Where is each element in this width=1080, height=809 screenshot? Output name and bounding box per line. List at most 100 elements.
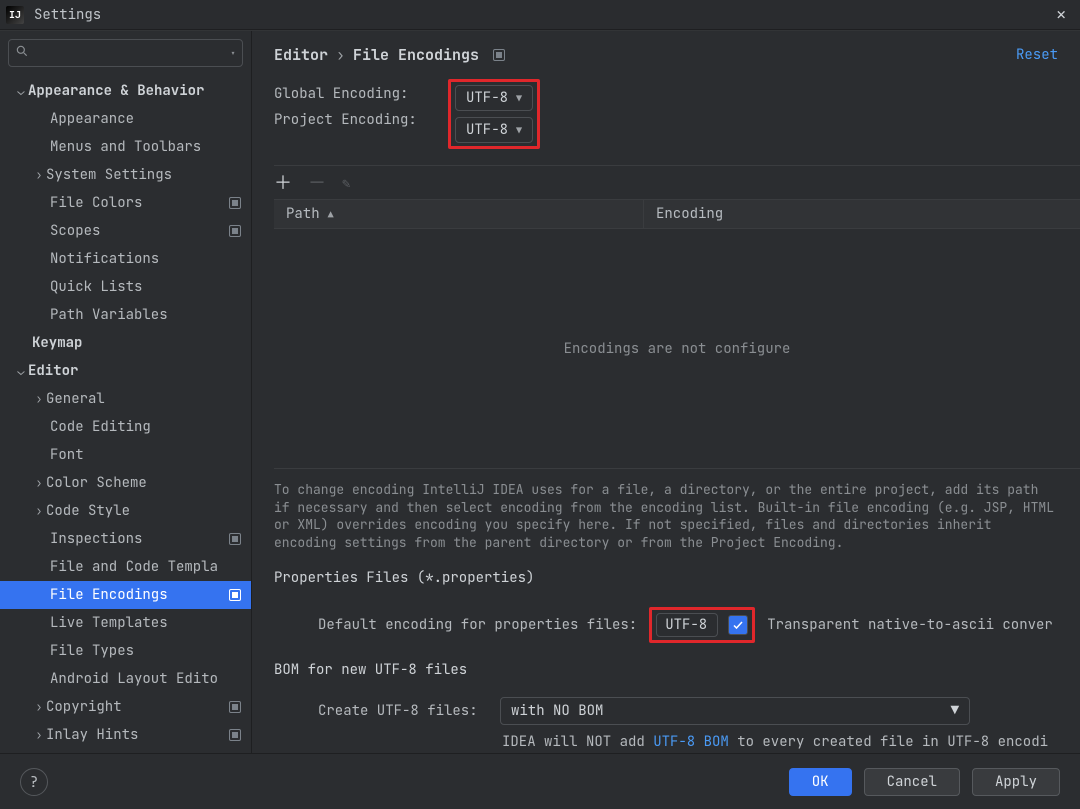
project-encoding-value: UTF-8 bbox=[466, 121, 508, 139]
chevron-right-icon[interactable]: › bbox=[32, 503, 46, 519]
global-encoding-label: Global Encoding: bbox=[274, 85, 434, 103]
breadcrumb-root: Editor bbox=[274, 45, 328, 65]
col-encoding[interactable]: Encoding bbox=[644, 205, 1080, 223]
sidebar-item-label: General bbox=[46, 390, 241, 408]
sidebar-item[interactable]: Code Editing bbox=[0, 413, 251, 441]
apply-button[interactable]: Apply bbox=[972, 768, 1060, 796]
sidebar-item-label: System Settings bbox=[46, 166, 241, 184]
sidebar-item[interactable]: Keymap bbox=[0, 329, 251, 357]
chevron-right-icon[interactable]: › bbox=[32, 727, 46, 743]
chevron-down-icon: ▼ bbox=[516, 124, 522, 137]
sidebar-item-label: File Colors bbox=[50, 194, 223, 212]
reset-button[interactable]: Reset bbox=[1016, 46, 1058, 64]
sidebar-item[interactable]: Android Layout Edito bbox=[0, 665, 251, 693]
sidebar-item-label: Live Templates bbox=[50, 614, 241, 632]
sidebar-item-label: Inspections bbox=[50, 530, 223, 548]
project-scope-icon bbox=[229, 225, 241, 237]
cancel-button[interactable]: Cancel bbox=[864, 768, 960, 796]
encoding-highlight-box: UTF-8 ▼ UTF-8 ▼ bbox=[448, 79, 540, 149]
project-encoding-label: Project Encoding: bbox=[274, 111, 434, 129]
edit-icon: ✎ bbox=[342, 175, 350, 193]
add-icon[interactable]: ＋ bbox=[274, 175, 292, 193]
sidebar-item[interactable]: ›Inlay Hints bbox=[0, 721, 251, 749]
sidebar-item[interactable]: Inspections bbox=[0, 525, 251, 553]
sidebar-item-label: File Encodings bbox=[50, 586, 223, 604]
sidebar-item-label: Path Variables bbox=[50, 306, 241, 324]
global-encoding-value: UTF-8 bbox=[466, 89, 508, 107]
settings-window: IJ Settings ✕ ▾ ⌄Appearance & BehaviorAp… bbox=[0, 0, 1080, 809]
project-scope-icon bbox=[229, 589, 241, 601]
chevron-right-icon[interactable]: › bbox=[32, 391, 46, 407]
sidebar-item[interactable]: Notifications bbox=[0, 245, 251, 273]
sidebar-item[interactable]: Font bbox=[0, 441, 251, 469]
properties-encoding-value: UTF-8 bbox=[665, 616, 707, 634]
sidebar-item[interactable]: File and Code Templa bbox=[0, 553, 251, 581]
sidebar-item[interactable]: Live Templates bbox=[0, 609, 251, 637]
table-toolbar: ＋ － ✎ bbox=[274, 165, 1080, 195]
sort-asc-icon: ▲ bbox=[328, 208, 334, 221]
sidebar-item[interactable]: ⌄Appearance & Behavior bbox=[0, 77, 251, 105]
properties-highlight-box: UTF-8 bbox=[649, 607, 755, 643]
search-input[interactable] bbox=[29, 44, 230, 63]
ok-button[interactable]: OK bbox=[789, 768, 852, 796]
chevron-down-icon[interactable]: ▾ bbox=[230, 47, 236, 60]
sidebar-item[interactable]: ›General bbox=[0, 385, 251, 413]
table-placeholder: Encodings are not configure bbox=[564, 340, 791, 358]
sidebar-item[interactable]: ›Code Style bbox=[0, 497, 251, 525]
bom-link[interactable]: UTF-8 BOM bbox=[653, 733, 729, 751]
bom-note: IDEA will NOT add UTF-8 BOM to every cre… bbox=[274, 725, 1058, 751]
properties-heading: Properties Files (*.properties) bbox=[252, 551, 1080, 587]
chevron-right-icon[interactable]: › bbox=[32, 699, 46, 715]
chevron-right-icon[interactable]: › bbox=[32, 475, 46, 491]
sidebar-item-label: Code Style bbox=[46, 502, 241, 520]
chevron-down-icon: ▼ bbox=[516, 92, 522, 105]
chevron-right-icon[interactable]: › bbox=[32, 167, 46, 183]
sidebar-item[interactable]: Scopes bbox=[0, 217, 251, 245]
sidebar-item-label: Copyright bbox=[46, 698, 223, 716]
bom-create-select[interactable]: with NO BOM ▼ bbox=[500, 697, 970, 725]
sidebar-item[interactable]: Path Variables bbox=[0, 301, 251, 329]
sidebar-item-label: Keymap bbox=[32, 334, 241, 352]
sidebar-item[interactable]: File Colors bbox=[0, 189, 251, 217]
sidebar-item[interactable]: File Types bbox=[0, 637, 251, 665]
sidebar-item[interactable]: File Encodings bbox=[0, 581, 251, 609]
sidebar-item[interactable]: ⌄Editor bbox=[0, 357, 251, 385]
col-path[interactable]: Path ▲ bbox=[274, 200, 644, 228]
sidebar-item[interactable]: Appearance bbox=[0, 105, 251, 133]
sidebar-item-label: Quick Lists bbox=[50, 278, 241, 296]
content-panel: Editor › File Encodings Reset Global Enc… bbox=[252, 31, 1080, 753]
close-icon[interactable]: ✕ bbox=[1048, 0, 1074, 29]
project-encoding-select[interactable]: UTF-8 ▼ bbox=[455, 117, 533, 143]
bom-create-value: with NO BOM bbox=[511, 702, 603, 720]
sidebar-item-label: Android Layout Edito bbox=[50, 670, 241, 688]
app-icon: IJ bbox=[6, 6, 24, 24]
sidebar-item[interactable]: ›Color Scheme bbox=[0, 469, 251, 497]
transparent-ascii-checkbox[interactable] bbox=[728, 615, 748, 635]
properties-encoding-select[interactable]: UTF-8 bbox=[656, 613, 718, 637]
project-scope-icon bbox=[493, 49, 505, 61]
search-icon bbox=[15, 44, 29, 63]
settings-tree[interactable]: ⌄Appearance & BehaviorAppearanceMenus an… bbox=[0, 73, 251, 753]
global-encoding-select[interactable]: UTF-8 ▼ bbox=[455, 85, 533, 111]
project-scope-icon bbox=[229, 729, 241, 741]
sidebar-item[interactable]: Menus and Toolbars bbox=[0, 133, 251, 161]
sidebar-item[interactable]: ›Copyright bbox=[0, 693, 251, 721]
sidebar-item-label: Code Editing bbox=[50, 418, 241, 436]
search-input-wrapper[interactable]: ▾ bbox=[8, 39, 243, 67]
footer: ? OK Cancel Apply bbox=[0, 753, 1080, 809]
chevron-down-icon[interactable]: ⌄ bbox=[14, 363, 28, 379]
remove-icon: － bbox=[308, 175, 326, 193]
sidebar-item-label: File and Code Templa bbox=[50, 558, 241, 576]
sidebar-item-label: Editor bbox=[28, 362, 241, 380]
help-icon[interactable]: ? bbox=[20, 768, 48, 796]
sidebar-item-label: Appearance & Behavior bbox=[28, 82, 241, 100]
sidebar-item[interactable]: ›System Settings bbox=[0, 161, 251, 189]
breadcrumb: Editor › File Encodings bbox=[274, 45, 1016, 65]
sidebar-item-label: Font bbox=[50, 446, 241, 464]
sidebar-item-label: Menus and Toolbars bbox=[50, 138, 241, 156]
sidebar-item[interactable]: Quick Lists bbox=[0, 273, 251, 301]
table-body: Encodings are not configure bbox=[274, 229, 1080, 469]
chevron-down-icon[interactable]: ⌄ bbox=[14, 83, 28, 99]
help-text: To change encoding IntelliJ IDEA uses fo… bbox=[252, 469, 1080, 551]
main-body: ▾ ⌄Appearance & BehaviorAppearanceMenus … bbox=[0, 30, 1080, 753]
